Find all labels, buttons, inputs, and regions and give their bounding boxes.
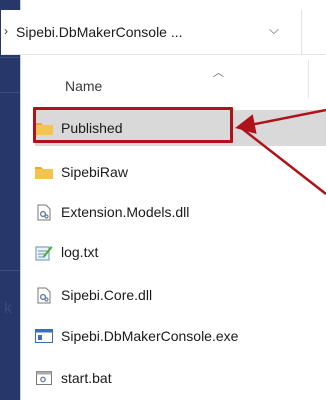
annotation-arrows	[235, 108, 326, 195]
annotation-arrow-line	[235, 108, 326, 134]
annotation-arrow-line	[239, 126, 326, 195]
